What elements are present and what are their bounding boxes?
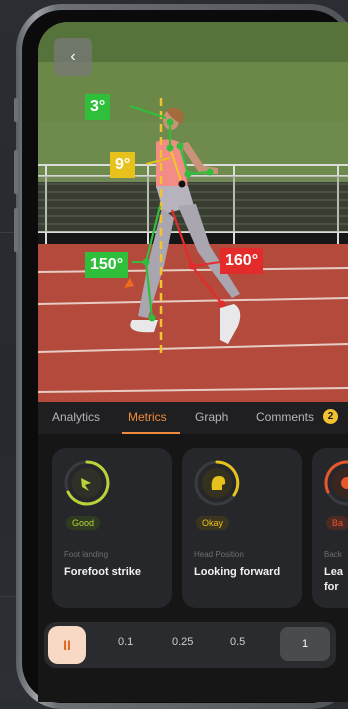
status-pill-okay: Okay bbox=[196, 516, 230, 530]
status-pill-bad: Ba bbox=[326, 516, 348, 530]
pause-button[interactable]: II bbox=[48, 626, 86, 664]
metric-card-back[interactable]: Ba Back Lea for bbox=[312, 448, 348, 608]
metric-title: Looking forward bbox=[194, 566, 281, 578]
metric-subtitle: Head Position bbox=[194, 550, 244, 559]
tab-analytics[interactable]: Analytics bbox=[52, 410, 100, 424]
selected-speed-label: 1 bbox=[301, 638, 309, 650]
metric-card-head-position[interactable]: Okay Head Position Looking forward bbox=[182, 448, 302, 608]
speed-option-1-selected[interactable]: 1 bbox=[280, 627, 330, 661]
metric-subtitle: Foot landing bbox=[64, 550, 109, 559]
phone-side-button bbox=[14, 98, 18, 122]
tab-bar: Analytics Metrics Graph Comments 2 bbox=[38, 402, 348, 434]
background-line bbox=[0, 596, 16, 597]
score-ring bbox=[64, 460, 110, 506]
chevron-left-icon: ‹ bbox=[70, 48, 76, 65]
score-ring bbox=[194, 460, 240, 506]
video-frame[interactable]: ‹ 3° 9° 150° 160° bbox=[38, 22, 348, 402]
playback-speed-bar: II 0.1 0.25 0.5 1 bbox=[44, 622, 336, 668]
phone-side-button bbox=[14, 150, 18, 194]
speed-option-0.25[interactable]: 0.25 bbox=[172, 636, 193, 648]
app-screen: ‹ 3° 9° 150° 160° Analytics Metrics Grap… bbox=[38, 22, 348, 702]
comments-count-badge: 2 bbox=[323, 409, 338, 424]
score-ring bbox=[324, 460, 348, 506]
tab-comments[interactable]: Comments bbox=[256, 410, 314, 424]
speed-option-0.1[interactable]: 0.1 bbox=[118, 636, 133, 648]
angle-label-right-knee: 160° bbox=[220, 248, 264, 274]
metric-subtitle: Back bbox=[324, 550, 342, 559]
angle-label-torso: 9° bbox=[110, 152, 136, 178]
speed-option-0.5[interactable]: 0.5 bbox=[230, 636, 245, 648]
status-pill-good: Good bbox=[66, 516, 101, 530]
back-button[interactable]: ‹ bbox=[54, 38, 92, 76]
metric-title: Lea for bbox=[324, 566, 343, 593]
metric-title: Forefoot strike bbox=[64, 566, 142, 578]
phone-side-button bbox=[14, 208, 18, 252]
pause-icon: II bbox=[63, 637, 71, 653]
video-scene bbox=[38, 22, 348, 402]
tab-graph[interactable]: Graph bbox=[195, 410, 228, 424]
tab-metrics[interactable]: Metrics bbox=[128, 410, 167, 424]
metric-card-foot-landing[interactable]: Good Foot landing Forefoot strike bbox=[52, 448, 172, 608]
angle-label-head: 3° bbox=[85, 94, 111, 120]
angle-label-left-knee: 150° bbox=[85, 252, 129, 278]
